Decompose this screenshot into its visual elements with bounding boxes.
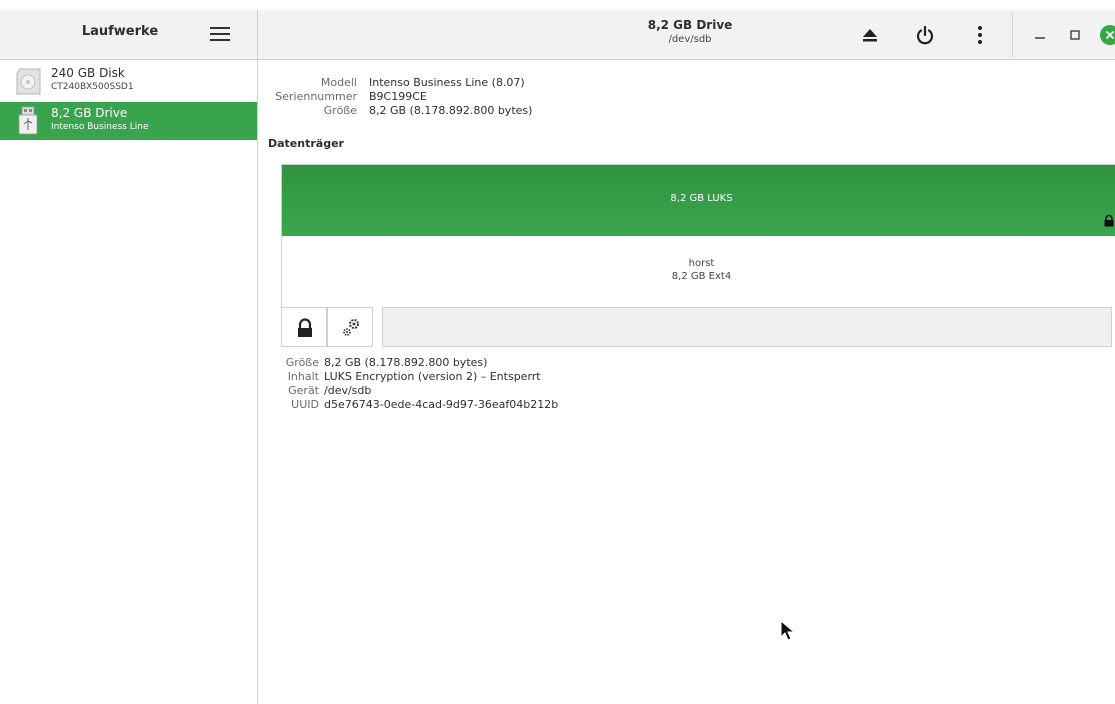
volume-ext4-desc: 8,2 GB Ext4 [671,271,732,282]
vol-info-row-content: Inhalt LUKS Encryption (version 2) – Ent… [258,370,1115,383]
drive-description: Intenso Business Line [51,122,149,132]
lock-icon [1104,215,1114,227]
more-button[interactable] [968,23,992,47]
close-icon [1105,30,1115,40]
drive-subtitle: /dev/sdb [668,34,712,45]
lock-volume-button[interactable] [281,307,327,347]
volume-toolbar [281,307,1112,347]
drive-description: CT240BX500SSD1 [51,82,134,92]
info-row-serial: Seriennummer B9C199CE [258,90,1115,103]
header-bar: Laufwerke 8,2 GB Drive /dev/sdb [0,10,1115,60]
drive-title: 8,2 GB Drive [647,18,733,32]
eject-button[interactable] [858,23,882,47]
minimize-button[interactable] [1030,25,1050,45]
maximize-button[interactable] [1065,25,1085,45]
volume-ext4-name: horst [688,258,715,269]
more-vertical-icon [978,26,982,44]
info-value: /dev/sdb [324,384,372,397]
vol-info-row-uuid: UUID d5e76743-0ede-4cad-9d97-36eaf04b212… [258,398,1115,411]
menu-icon[interactable] [210,24,230,44]
drive-name: 240 GB Disk [51,66,125,80]
drive-details: Modell Intenso Business Line (8.07) Seri… [258,60,1115,704]
info-label: Gerät [288,384,319,397]
volume-luks-label: 8,2 GB LUKS [670,193,733,204]
vol-info-row-device: Gerät /dev/sdb [258,384,1115,397]
drive-name: 8,2 GB Drive [51,106,128,120]
info-row-model: Modell Intenso Business Line (8.07) [258,76,1115,89]
vol-info-row-size: Größe 8,2 GB (8.178.892.800 bytes) [258,356,1115,369]
header-separator [1012,12,1013,58]
lock-icon [298,318,312,337]
info-label: Seriennummer [275,90,357,103]
top-strip [0,0,1115,10]
info-label: Größe [323,104,357,117]
info-value: 8,2 GB (8.178.892.800 bytes) [369,104,533,117]
info-value: d5e76743-0ede-4cad-9d97-36eaf04b212b [324,398,559,411]
sidebar-title: Laufwerke [81,24,159,39]
maximize-icon [1070,30,1080,40]
info-value: LUKS Encryption (version 2) – Entsperrt [324,370,541,383]
info-row-size: Größe 8,2 GB (8.178.892.800 bytes) [258,104,1115,117]
volume-ext4-label: horst 8,2 GB Ext4 [282,257,1115,283]
power-button[interactable] [913,23,937,47]
mouse-cursor-icon [780,620,796,641]
drive-item-240gb-disk[interactable]: 240 GB Disk CT240BX500SSD1 [0,62,257,100]
info-label: UUID [291,398,319,411]
close-button[interactable] [1100,25,1115,45]
info-label: Inhalt [287,370,319,383]
info-value: 8,2 GB (8.178.892.800 bytes) [324,356,488,369]
minimize-icon [1035,37,1045,39]
hdd-icon [16,68,41,95]
usb-drive-icon [18,106,38,135]
toolbar-filler [382,307,1112,347]
volume-ext4[interactable]: horst 8,2 GB Ext4 [282,236,1115,307]
sidebar: 240 GB Disk CT240BX500SSD1 8,2 GB Drive … [0,60,258,704]
gears-icon [343,319,359,336]
volume-settings-button[interactable] [327,307,373,347]
drive-item-8gb-drive[interactable]: 8,2 GB Drive Intenso Business Line [0,102,257,140]
power-icon [916,25,934,45]
info-label: Größe [285,356,319,369]
sidebar-header: Laufwerke [0,10,258,60]
info-value: Intenso Business Line (8.07) [369,76,525,89]
volume-map: 8,2 GB LUKS horst 8,2 GB Ext4 [281,164,1115,307]
window-title: 8,2 GB Drive /dev/sdb [600,18,780,46]
eject-icon [863,29,877,42]
volume-luks[interactable]: 8,2 GB LUKS [282,165,1115,236]
info-value: B9C199CE [369,90,427,103]
volumes-section-title: Datenträger [268,137,344,150]
info-label: Modell [320,76,357,89]
